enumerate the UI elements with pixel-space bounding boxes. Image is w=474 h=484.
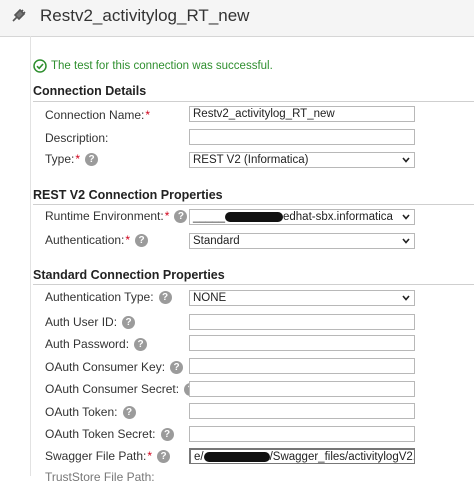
help-icon[interactable]: ? bbox=[85, 152, 99, 166]
chevron-down-icon bbox=[402, 157, 410, 163]
required-marker: * bbox=[75, 152, 81, 166]
swagger-value-prefix: e/ bbox=[194, 451, 204, 463]
required-marker: * bbox=[147, 449, 153, 463]
help-icon[interactable]: ? bbox=[122, 405, 136, 419]
runtime-value-suffix: edhat-sbx.informatica bbox=[282, 211, 393, 223]
required-marker: * bbox=[145, 108, 151, 122]
auth-user-id-label: Auth User ID: ? bbox=[45, 315, 136, 329]
runtime-environment-label: Runtime Environment: * ? bbox=[45, 209, 188, 223]
help-icon[interactable]: ? bbox=[157, 449, 171, 463]
required-marker: * bbox=[164, 209, 170, 223]
section-standard: Standard Connection Properties bbox=[33, 268, 225, 282]
help-icon[interactable]: ? bbox=[134, 337, 148, 351]
connection-name-label: Connection Name: * bbox=[45, 108, 151, 122]
help-icon[interactable]: ? bbox=[170, 360, 184, 374]
oauth-consumer-key-input[interactable] bbox=[189, 358, 415, 374]
success-message: The test for this connection was success… bbox=[33, 58, 273, 74]
oauth-token-input[interactable] bbox=[189, 403, 415, 419]
page-title: Restv2_activitylog_RT_new bbox=[40, 6, 250, 25]
divider bbox=[33, 204, 474, 205]
help-icon[interactable]: ? bbox=[174, 209, 188, 223]
runtime-value-prefix: _____ bbox=[193, 211, 225, 223]
divider bbox=[33, 284, 474, 285]
authentication-select[interactable]: Standard bbox=[189, 233, 415, 249]
section-connection-details: Connection Details bbox=[33, 84, 147, 98]
auth-user-id-input[interactable] bbox=[189, 314, 415, 330]
authentication-value: Standard bbox=[193, 235, 240, 247]
oauth-consumer-secret-input[interactable] bbox=[189, 381, 415, 397]
auth-password-label: Auth Password: ? bbox=[45, 337, 148, 351]
help-icon[interactable]: ? bbox=[122, 315, 136, 329]
chevron-down-icon bbox=[402, 295, 410, 301]
check-circle-icon bbox=[33, 59, 47, 73]
authentication-type-select[interactable]: NONE bbox=[189, 290, 415, 306]
type-select-value: REST V2 (Informatica) bbox=[193, 154, 309, 166]
swagger-file-path-input[interactable]: e/ /Swagger_files/activitylogV2.json bbox=[189, 448, 415, 464]
panel-border bbox=[30, 36, 31, 476]
truststore-file-path-label: TrustStore File Path: bbox=[45, 470, 155, 484]
success-text: The test for this connection was success… bbox=[51, 60, 273, 72]
authentication-type-label: Authentication Type: ? bbox=[45, 290, 172, 304]
required-marker: * bbox=[125, 233, 131, 247]
redaction-mark bbox=[203, 451, 270, 462]
help-icon[interactable]: ? bbox=[135, 233, 149, 247]
chevron-down-icon bbox=[402, 214, 410, 220]
help-icon[interactable]: ? bbox=[160, 427, 174, 441]
runtime-environment-select[interactable]: _____ edhat-sbx.informatica bbox=[189, 209, 415, 225]
oauth-consumer-key-label: OAuth Consumer Key: ? bbox=[45, 360, 184, 374]
swagger-file-path-label: Swagger File Path: * ? bbox=[45, 449, 171, 463]
help-icon[interactable]: ? bbox=[158, 290, 172, 304]
type-label: Type: * ? bbox=[45, 152, 99, 166]
description-label: Description: bbox=[45, 131, 109, 145]
authentication-type-value: NONE bbox=[193, 292, 227, 304]
oauth-token-secret-label: OAuth Token Secret: ? bbox=[45, 427, 174, 441]
plug-icon bbox=[12, 8, 26, 22]
redaction-mark bbox=[224, 211, 283, 222]
description-input[interactable] bbox=[189, 129, 415, 145]
chevron-down-icon bbox=[402, 238, 410, 244]
oauth-token-secret-input[interactable] bbox=[189, 426, 415, 442]
authentication-label: Authentication: * ? bbox=[45, 233, 149, 247]
swagger-value-suffix: /Swagger_files/activitylogV2.json bbox=[269, 451, 414, 463]
oauth-consumer-secret-label: OAuth Consumer Secret: ? bbox=[45, 382, 198, 396]
window-header: Restv2_activitylog_RT_new bbox=[0, 0, 474, 37]
type-select[interactable]: REST V2 (Informatica) bbox=[189, 152, 415, 168]
auth-password-input[interactable] bbox=[189, 335, 415, 351]
section-rest-v2: REST V2 Connection Properties bbox=[33, 188, 223, 202]
divider bbox=[33, 101, 474, 102]
oauth-token-label: OAuth Token: ? bbox=[45, 405, 136, 419]
connection-name-input[interactable]: Restv2_activitylog_RT_new bbox=[189, 106, 415, 122]
